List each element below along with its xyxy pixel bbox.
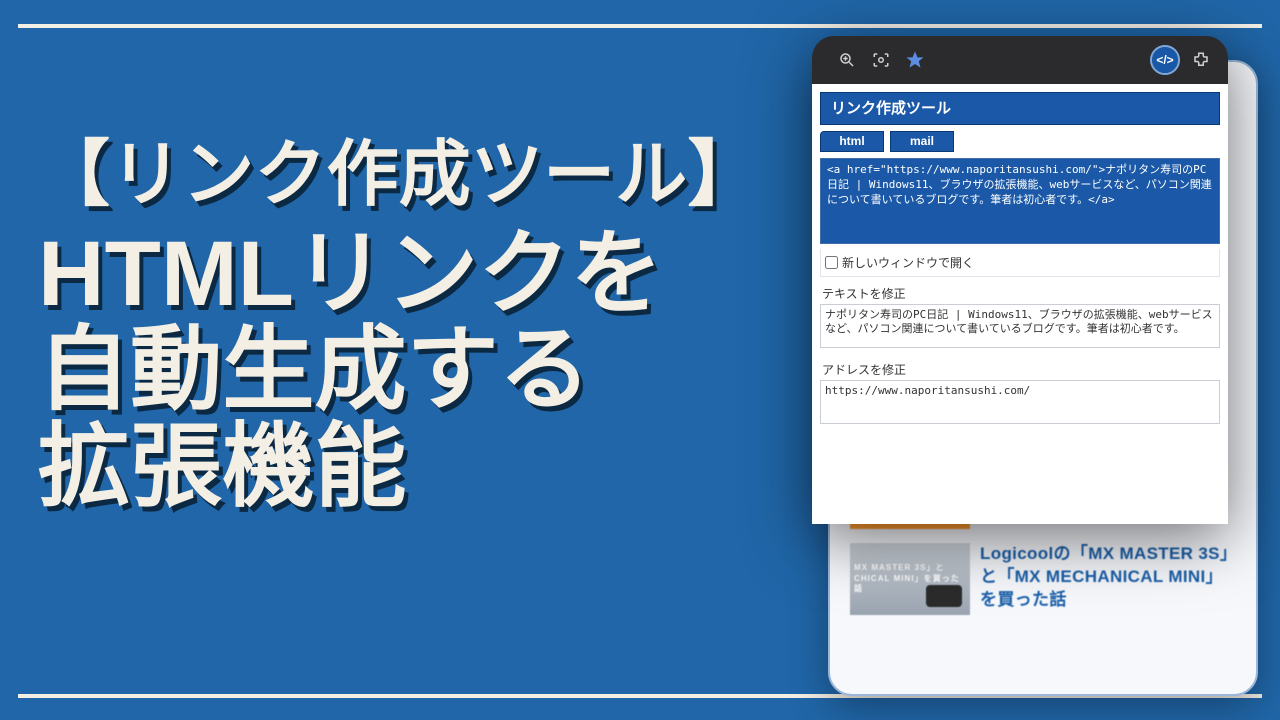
top-rule [18, 24, 1262, 28]
bg-article[interactable]: MX MASTER 3S」と CHICAL MINI」を買った話 Logicoo… [850, 543, 1236, 615]
extension-popup-body: リンク作成ツール html mail 新しいウィンドウで開く テキストを修正 ア… [812, 84, 1228, 524]
zoom-icon[interactable] [838, 51, 856, 69]
new-window-row[interactable]: 新しいウィンドウで開く [820, 249, 1220, 277]
generated-link-textarea[interactable] [820, 158, 1220, 244]
hero-line-4: 拡張機能 [38, 419, 760, 516]
new-window-label: 新しいウィンドウで開く [842, 254, 974, 271]
link-text-textarea[interactable] [820, 304, 1220, 348]
hero-line-2: HTMLリンクを [38, 226, 760, 323]
hero-line-1: 【リンク作成ツール】 [38, 138, 760, 214]
new-window-checkbox[interactable] [825, 256, 838, 269]
link-address-textarea[interactable] [820, 380, 1220, 424]
active-extension-icon[interactable]: </> [1152, 47, 1178, 73]
bg-article-title: Logicoolの「MX MASTER 3S」と「MX MECHANICAL M… [980, 543, 1236, 615]
format-tabs: html mail [820, 131, 1220, 152]
bookmark-star-icon[interactable] [906, 51, 924, 69]
tab-mail[interactable]: mail [890, 131, 954, 152]
bg-article-thumb: MX MASTER 3S」と CHICAL MINI」を買った話 [850, 543, 970, 615]
text-field-label: テキストを修正 [822, 285, 1220, 302]
extensions-puzzle-icon[interactable] [1192, 51, 1210, 69]
extension-popup-window: </> リンク作成ツール html mail 新しいウィンドウで開く テキストを… [812, 36, 1228, 524]
tab-html[interactable]: html [820, 131, 884, 152]
address-field-label: アドレスを修正 [822, 361, 1220, 378]
browser-toolbar: </> [812, 36, 1228, 84]
hero-heading: 【リンク作成ツール】 HTMLリンクを 自動生成する 拡張機能 [38, 138, 760, 515]
camera-icon[interactable] [872, 51, 890, 69]
hero-line-3: 自動生成する [38, 322, 760, 419]
popup-title: リンク作成ツール [820, 92, 1220, 125]
